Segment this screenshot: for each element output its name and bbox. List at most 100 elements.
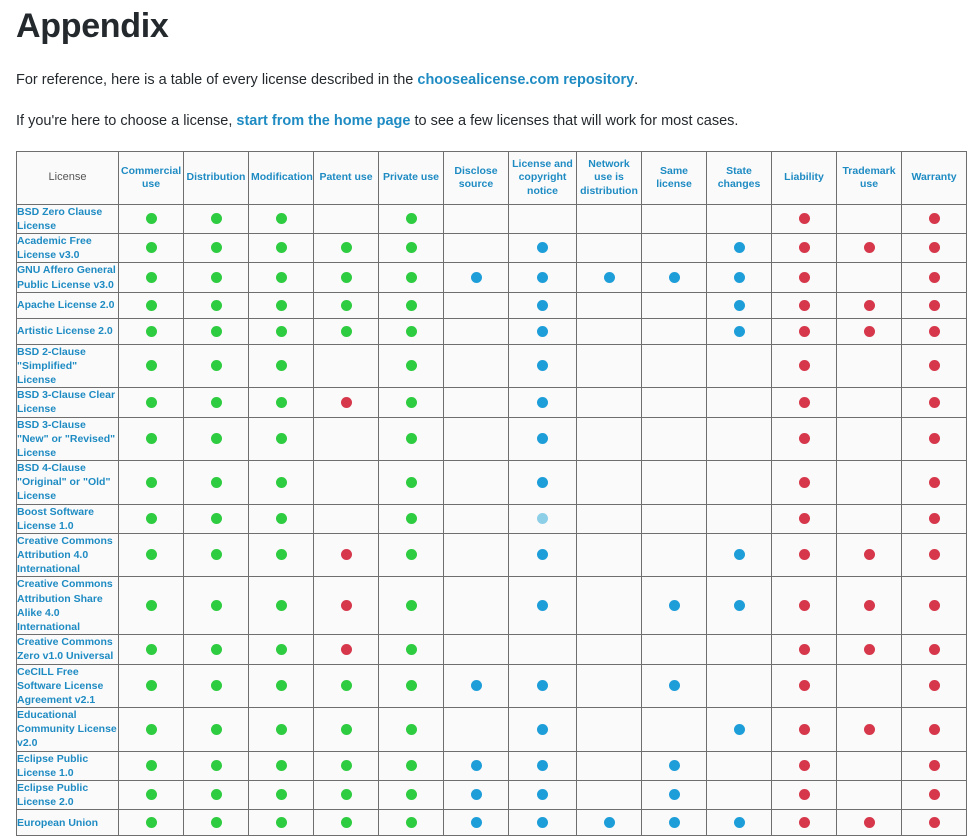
mark-cell (118, 387, 184, 418)
red-dot-icon (798, 789, 810, 801)
license-name-cell[interactable]: Eclipse Public License 1.0 (16, 750, 119, 781)
mark-cell (576, 233, 642, 264)
column-header-trademark-use[interactable]: Trademark use (836, 151, 902, 205)
mark-cell (118, 503, 184, 534)
mark-cell (706, 291, 772, 319)
home-page-link[interactable]: start from the home page (236, 113, 410, 129)
mark-cell (641, 387, 707, 418)
mark-cell (771, 750, 837, 781)
mark-cell (313, 262, 379, 293)
column-header-state-changes[interactable]: State changes (706, 151, 772, 205)
green-dot-icon (145, 789, 157, 801)
license-name-cell[interactable]: Apache License 2.0 (16, 291, 119, 319)
red-dot-icon (798, 549, 810, 561)
blue-dot-icon (537, 789, 548, 801)
mark-cell (641, 291, 707, 319)
blue-dot-icon (733, 549, 745, 561)
green-dot-icon (145, 242, 157, 254)
license-name-cell[interactable]: Artistic License 2.0 (16, 317, 119, 345)
column-header-modification[interactable]: Modification (248, 151, 314, 205)
red-dot-icon (928, 433, 940, 445)
green-dot-icon (210, 213, 222, 225)
choosealicense-repository-link[interactable]: choosealicense.com repository (417, 72, 634, 88)
mark-cell (118, 576, 184, 636)
license-name-cell[interactable]: Eclipse Public License 2.0 (16, 779, 119, 811)
column-header-commercial-use[interactable]: Commercial use (118, 151, 184, 205)
mark-cell (641, 809, 707, 836)
red-dot-icon (863, 325, 875, 337)
red-dot-icon (928, 723, 940, 735)
column-header-license-and-copyright-notice[interactable]: License and copyright notice (508, 151, 577, 205)
mark-cell (706, 576, 772, 636)
column-header-warranty[interactable]: Warranty (901, 151, 967, 205)
column-header-network-use-is-distribution[interactable]: Network use is distribution (576, 151, 642, 205)
mark-cell (248, 460, 314, 505)
green-dot-icon (145, 549, 157, 561)
column-header-private-use[interactable]: Private use (378, 151, 444, 205)
green-dot-icon (145, 299, 157, 311)
mark-cell (576, 416, 642, 462)
license-name-cell[interactable]: BSD 3-Clause Clear License (16, 387, 119, 418)
intro-paragraph-1: For reference, here is a table of every … (16, 69, 952, 91)
mark-cell (771, 203, 837, 235)
license-name-cell[interactable]: BSD 3-Clause "New" or "Revised" License (16, 416, 119, 462)
red-dot-icon (798, 476, 810, 488)
mark-cell (183, 634, 249, 665)
mark-cell (248, 262, 314, 293)
mark-cell (313, 663, 379, 709)
green-dot-icon (210, 723, 222, 735)
red-dot-icon (928, 476, 940, 488)
blue-dot-icon (537, 549, 548, 561)
blue-dot-icon (537, 680, 548, 692)
table-row: Eclipse Public License 1.0 (16, 750, 967, 781)
red-dot-icon (928, 643, 940, 655)
license-name-cell[interactable]: Creative Commons Attribution 4.0 Interna… (16, 532, 119, 578)
license-name-cell[interactable]: GNU Affero General Public License v3.0 (16, 262, 119, 293)
license-name-cell[interactable]: Creative Commons Zero v1.0 Universal (16, 634, 119, 665)
mark-cell (118, 203, 184, 235)
column-header-liability[interactable]: Liability (771, 151, 837, 205)
mark-cell (641, 262, 707, 293)
column-header-patent-use[interactable]: Patent use (313, 151, 379, 205)
license-name-cell[interactable]: BSD 4-Clause "Original" or "Old" License (16, 460, 119, 505)
license-name-cell[interactable]: BSD 2-Clause "Simplified" License (16, 343, 119, 389)
license-name-cell[interactable]: Creative Commons Attribution Share Alike… (16, 576, 119, 636)
mark-cell (706, 203, 772, 235)
table-row: Artistic License 2.0 (16, 317, 967, 345)
mark-cell (313, 233, 379, 264)
column-header-distribution[interactable]: Distribution (183, 151, 249, 205)
mark-cell (836, 262, 902, 293)
blue-dot-icon (733, 242, 745, 254)
license-name-cell[interactable]: Boost Software License 1.0 (16, 503, 119, 534)
blue-dot-icon (733, 325, 745, 337)
column-header-disclose-source[interactable]: Disclose source (443, 151, 509, 205)
green-dot-icon (275, 242, 287, 254)
mark-cell (706, 532, 772, 578)
mark-cell (378, 317, 444, 345)
mark-cell (248, 634, 314, 665)
license-name-cell[interactable]: CeCILL Free Software License Agreement v… (16, 663, 119, 709)
intro-paragraph-2: If you're here to choose a license, star… (16, 110, 952, 132)
mark-cell (771, 634, 837, 665)
license-name-cell[interactable]: Educational Community License v2.0 (16, 707, 119, 752)
red-dot-icon (798, 325, 810, 337)
green-dot-icon (405, 299, 417, 311)
green-dot-icon (210, 325, 222, 337)
table-row: Educational Community License v2.0 (16, 707, 967, 752)
mark-cell (313, 343, 379, 389)
green-dot-icon (405, 242, 417, 254)
column-header-same-license[interactable]: Same license (641, 151, 707, 205)
blue-dot-icon (537, 433, 548, 445)
license-name-cell[interactable]: BSD Zero Clause License (16, 203, 119, 235)
mark-cell (771, 809, 837, 836)
red-dot-icon (928, 549, 940, 561)
license-name-cell[interactable]: Academic Free License v3.0 (16, 233, 119, 264)
mark-cell (836, 317, 902, 345)
mark-cell (901, 343, 967, 389)
mark-cell (313, 779, 379, 811)
license-name-cell[interactable]: European Union (16, 809, 119, 836)
mark-cell (313, 809, 379, 836)
mark-cell (118, 343, 184, 389)
green-dot-icon (145, 680, 157, 692)
mark-cell (183, 707, 249, 752)
